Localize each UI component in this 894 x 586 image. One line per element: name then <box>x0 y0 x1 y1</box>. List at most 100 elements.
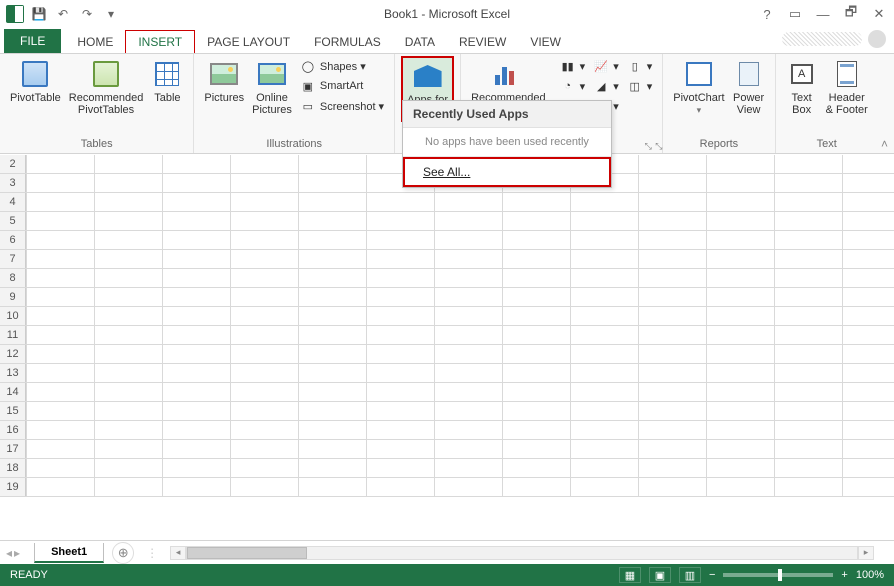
excel-app-icon[interactable] <box>4 3 26 25</box>
row-cells[interactable] <box>26 478 894 496</box>
ribbon-display-button[interactable]: ▭ <box>784 3 806 25</box>
tab-data[interactable]: DATA <box>393 31 447 53</box>
grid-row[interactable]: 16 <box>0 421 894 440</box>
tab-split-handle[interactable]: ⋮ <box>146 546 158 560</box>
row-header[interactable]: 9 <box>0 288 26 306</box>
row-cells[interactable] <box>26 345 894 363</box>
pivottable-button[interactable]: PivotTable <box>6 56 65 106</box>
grid-row[interactable]: 4 <box>0 193 894 212</box>
hscroll-right-button[interactable]: ▸ <box>858 546 874 560</box>
zoom-in-button[interactable]: + <box>841 569 847 581</box>
row-cells[interactable] <box>26 326 894 344</box>
row-header[interactable]: 5 <box>0 212 26 230</box>
new-sheet-button[interactable]: ⊕ <box>112 542 134 564</box>
qat-customize-button[interactable]: ▾ <box>100 3 122 25</box>
grid-row[interactable]: 10 <box>0 307 894 326</box>
redo-button[interactable]: ↷ <box>76 3 98 25</box>
header-footer-button[interactable]: Header & Footer <box>822 56 872 118</box>
collapse-ribbon-button[interactable]: ˄ <box>881 137 888 151</box>
row-header[interactable]: 18 <box>0 459 26 477</box>
recommended-pivottables-button[interactable]: Recommended PivotTables <box>65 56 148 118</box>
hscroll-thumb[interactable] <box>187 547 307 559</box>
undo-button[interactable]: ↶ <box>52 3 74 25</box>
help-button[interactable]: ? <box>756 3 778 25</box>
power-view-button[interactable]: Power View <box>729 56 769 118</box>
grid-row[interactable]: 8 <box>0 269 894 288</box>
row-cells[interactable] <box>26 250 894 268</box>
zoom-slider[interactable] <box>723 573 833 577</box>
tab-insert[interactable]: INSERT <box>125 30 195 53</box>
zoom-level[interactable]: 100% <box>856 569 884 581</box>
grid-row[interactable]: 14 <box>0 383 894 402</box>
tab-formulas[interactable]: FORMULAS <box>302 31 393 53</box>
shapes-button[interactable]: ◯ Shapes ▾ <box>296 56 388 76</box>
worksheet-grid[interactable]: 2345678910111213141516171819 <box>0 155 894 540</box>
row-cells[interactable] <box>26 231 894 249</box>
row-cells[interactable] <box>26 459 894 477</box>
combo-chart-button[interactable]: ◫▾ <box>623 76 657 96</box>
page-break-view-button[interactable]: ▥ <box>679 567 701 583</box>
grid-row[interactable]: 6 <box>0 231 894 250</box>
grid-row[interactable]: 17 <box>0 440 894 459</box>
row-cells[interactable] <box>26 269 894 287</box>
sheet-tab-sheet1[interactable]: Sheet1 <box>34 543 104 563</box>
table-button[interactable]: Table <box>147 56 187 106</box>
grid-row[interactable]: 12 <box>0 345 894 364</box>
zoom-out-button[interactable]: − <box>709 569 715 581</box>
row-header[interactable]: 4 <box>0 193 26 211</box>
area-chart-button[interactable]: ◢▾ <box>589 76 623 96</box>
online-pictures-button[interactable]: Online Pictures <box>248 56 296 118</box>
row-header[interactable]: 16 <box>0 421 26 439</box>
row-header[interactable]: 13 <box>0 364 26 382</box>
tab-page-layout[interactable]: PAGE LAYOUT <box>195 31 302 53</box>
pivotchart-dialog-launcher[interactable]: ⤡ <box>655 139 662 153</box>
row-cells[interactable] <box>26 383 894 401</box>
pie-chart-button[interactable]: ◔▾ <box>556 76 590 96</box>
row-header[interactable]: 17 <box>0 440 26 458</box>
close-button[interactable]: ✕ <box>868 3 890 25</box>
column-chart-button[interactable]: ▮▮▾ <box>556 56 590 76</box>
hscroll-left-button[interactable]: ◂ <box>170 546 186 560</box>
row-cells[interactable] <box>26 402 894 420</box>
tab-review[interactable]: REVIEW <box>447 31 518 53</box>
row-header[interactable]: 2 <box>0 155 26 173</box>
tab-view[interactable]: VIEW <box>518 31 573 53</box>
row-header[interactable]: 10 <box>0 307 26 325</box>
save-button[interactable]: 💾 <box>28 3 50 25</box>
row-header[interactable]: 7 <box>0 250 26 268</box>
row-cells[interactable] <box>26 307 894 325</box>
grid-row[interactable]: 19 <box>0 478 894 497</box>
account-area[interactable] <box>782 30 886 48</box>
pictures-button[interactable]: Pictures <box>200 56 248 106</box>
grid-row[interactable]: 18 <box>0 459 894 478</box>
row-cells[interactable] <box>26 364 894 382</box>
row-header[interactable]: 11 <box>0 326 26 344</box>
page-layout-view-button[interactable]: ▣ <box>649 567 671 583</box>
row-header[interactable]: 19 <box>0 478 26 496</box>
grid-row[interactable]: 9 <box>0 288 894 307</box>
horizontal-scrollbar[interactable]: ◂ ▸ <box>170 546 894 560</box>
row-header[interactable]: 6 <box>0 231 26 249</box>
screenshot-button[interactable]: ▭ Screenshot ▾ <box>296 96 388 116</box>
line-chart-button[interactable]: 📈▾ <box>589 56 623 76</box>
row-header[interactable]: 8 <box>0 269 26 287</box>
grid-row[interactable]: 7 <box>0 250 894 269</box>
smartart-button[interactable]: ▣ SmartArt <box>296 76 388 96</box>
minimize-button[interactable]: — <box>812 3 834 25</box>
row-cells[interactable] <box>26 193 894 211</box>
row-cells[interactable] <box>26 440 894 458</box>
row-cells[interactable] <box>26 212 894 230</box>
row-header[interactable]: 15 <box>0 402 26 420</box>
grid-row[interactable]: 11 <box>0 326 894 345</box>
row-cells[interactable] <box>26 288 894 306</box>
grid-row[interactable]: 15 <box>0 402 894 421</box>
grid-row[interactable]: 13 <box>0 364 894 383</box>
text-box-button[interactable]: A Text Box <box>782 56 822 118</box>
sheet-nav-prev[interactable]: ◂ <box>6 546 12 560</box>
normal-view-button[interactable]: ▦ <box>619 567 641 583</box>
tab-home[interactable]: HOME <box>65 31 125 53</box>
hscroll-track[interactable] <box>186 546 858 560</box>
see-all-menu-item[interactable]: See All... <box>403 157 611 187</box>
tab-file[interactable]: FILE <box>4 29 61 53</box>
charts-dialog-launcher[interactable]: ⤡ <box>642 139 654 151</box>
